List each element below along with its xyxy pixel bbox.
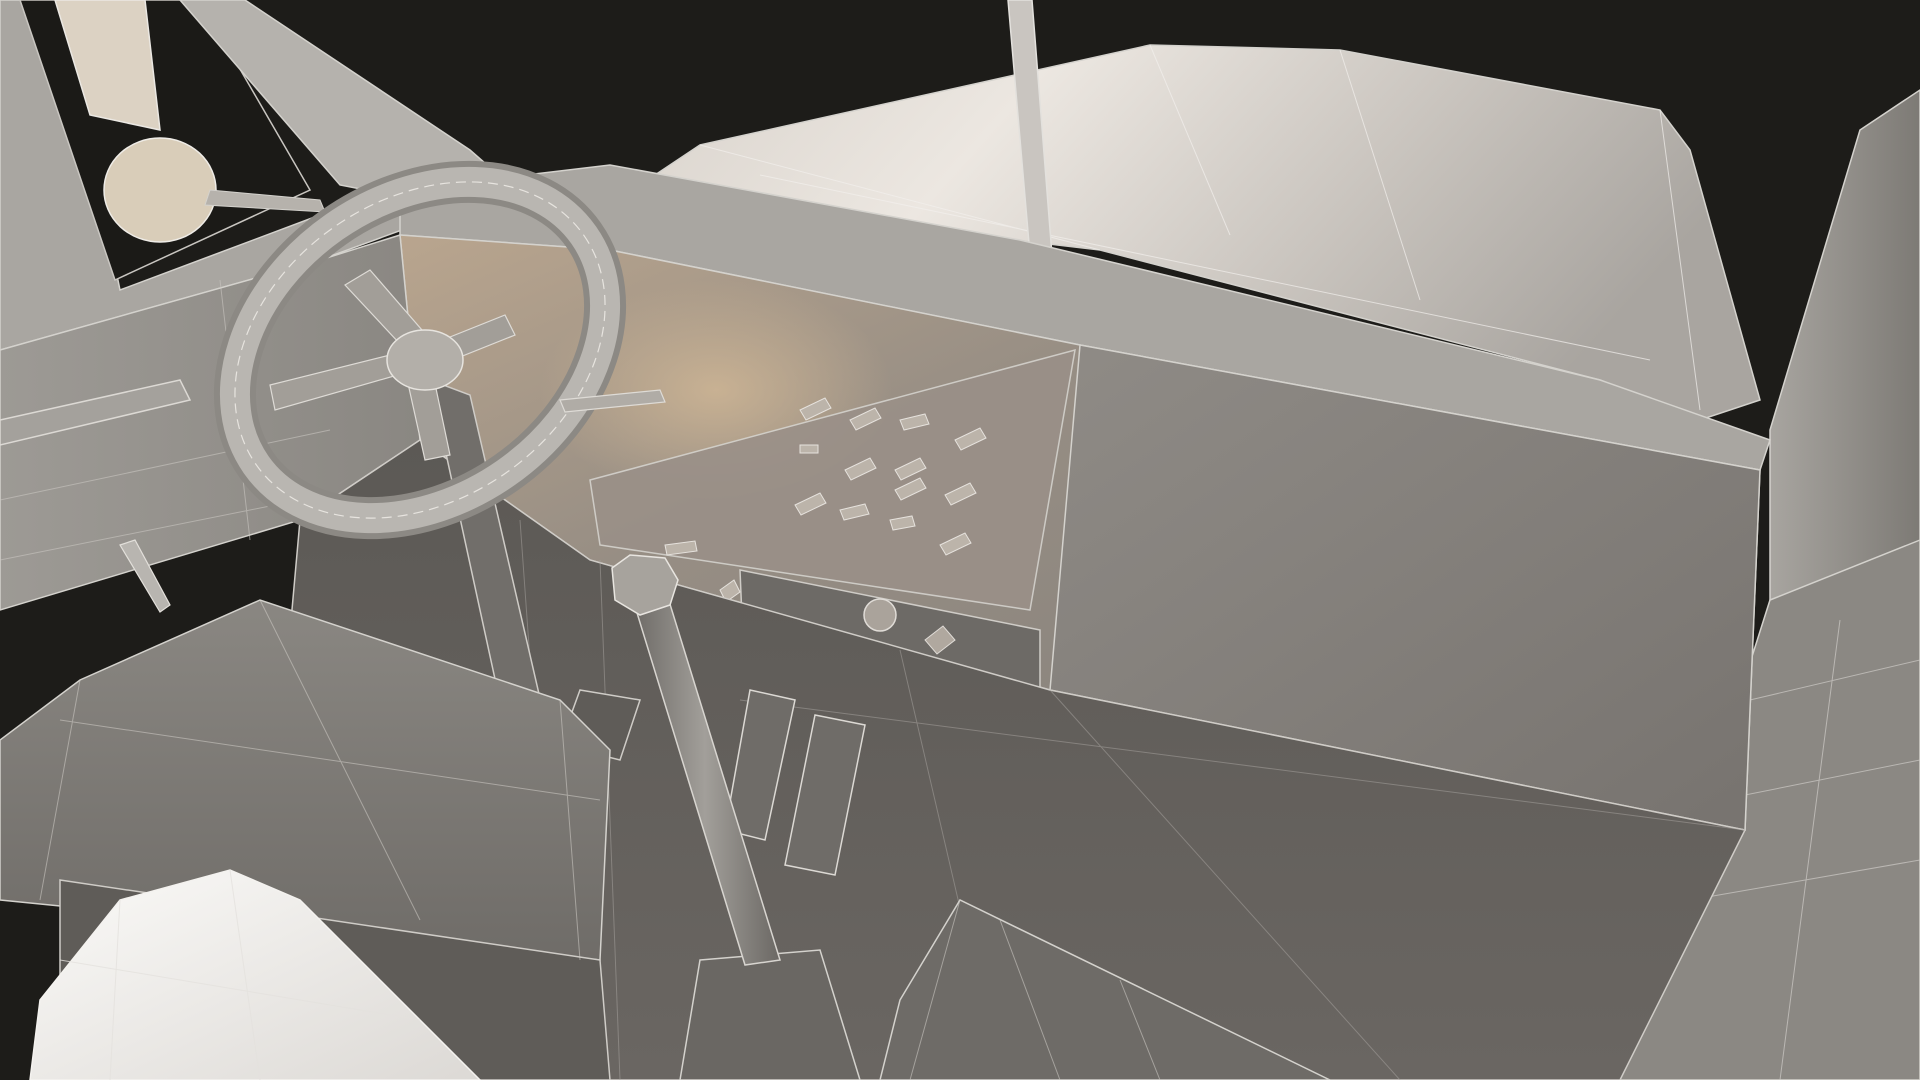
dash-knob	[863, 598, 897, 632]
steering-hub	[386, 329, 464, 391]
dash-switch	[799, 444, 819, 454]
side-mirror	[103, 137, 217, 243]
cab-interior-render	[0, 0, 1920, 1080]
